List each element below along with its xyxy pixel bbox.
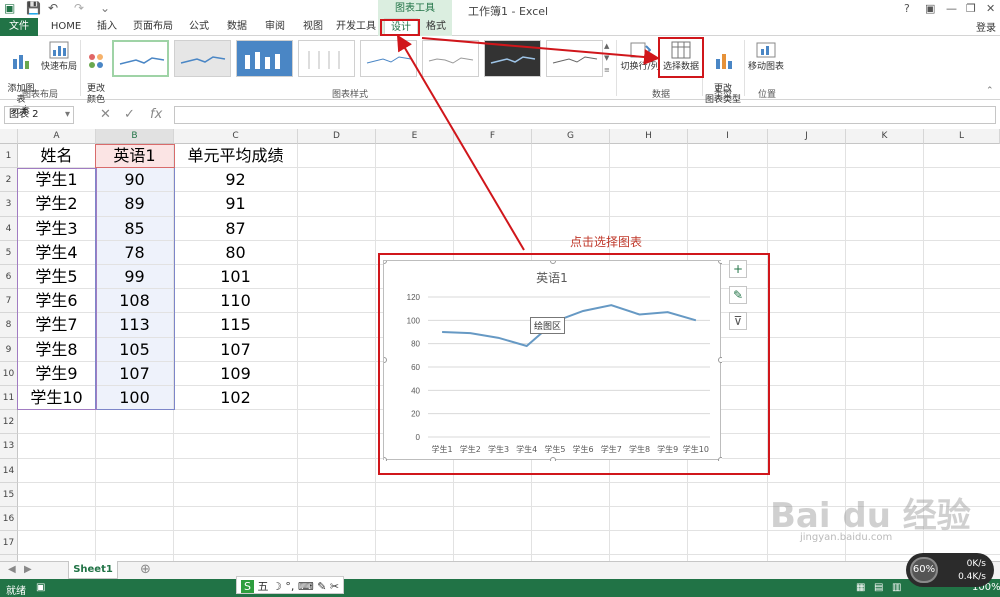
page-break-view-icon[interactable]: ▥ — [892, 582, 901, 593]
normal-view-icon[interactable]: ▦ — [856, 582, 865, 593]
arrow-to-select-data — [421, 37, 660, 65]
prev-sheet-icon[interactable]: ◀ — [8, 564, 16, 575]
network-speed-widget: 60% 0K/s 0.4K/s — [906, 553, 994, 587]
network-percent: 60% — [910, 557, 938, 583]
sheet-tab-sheet1[interactable]: Sheet1 — [68, 561, 118, 579]
ime-status: 五 ☽ °, ⌨ ✎ ✂ — [257, 580, 340, 593]
status-ready: 就绪 — [6, 586, 26, 597]
page-layout-view-icon[interactable]: ▤ — [874, 582, 883, 593]
watermark-logo: Bai du 经验 — [770, 496, 971, 536]
sheet-bar: ◀ ▶ Sheet1 ⊕ — [0, 561, 1000, 579]
next-sheet-icon[interactable]: ▶ — [24, 564, 32, 575]
arrow-to-design-tab — [396, 34, 525, 251]
download-speed: 0.4K/s — [958, 572, 986, 582]
macro-record-icon[interactable]: ▣ — [36, 582, 45, 593]
add-sheet-icon[interactable]: ⊕ — [140, 562, 151, 577]
ime-toolbar[interactable]: S 五 ☽ °, ⌨ ✎ ✂ — [236, 576, 345, 594]
status-bar: 就绪 ▣ ▦ ▤ ▥ 100% — [0, 579, 1000, 597]
upload-speed: 0K/s — [966, 559, 986, 569]
watermark-url: jingyan.baidu.com — [800, 532, 893, 543]
ime-logo-icon: S — [241, 580, 254, 593]
